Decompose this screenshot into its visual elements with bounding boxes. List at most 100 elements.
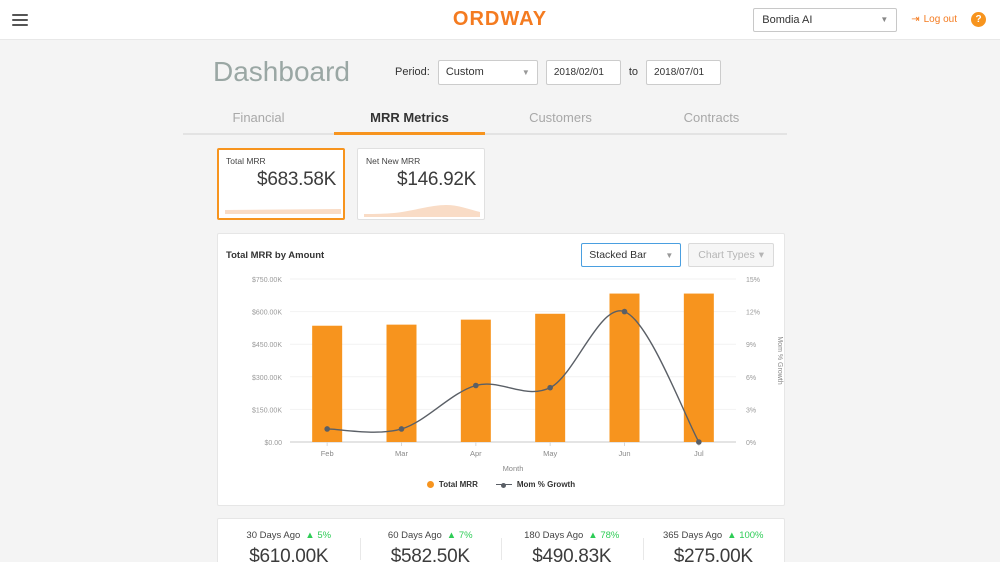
tab-customers[interactable]: Customers [485,104,636,133]
svg-text:Apr: Apr [470,449,482,458]
period-select[interactable]: Custom ▼ [437,59,538,85]
tab-contracts[interactable]: Contracts [636,104,787,133]
stat-180-days-ago-label: 180 Days Ago [524,530,584,541]
stat-60-days-ago: 60 Days Ago ▲ 7% $582.50K [359,530,502,562]
chevron-down-icon: ▼ [880,15,889,24]
chart-plot-area: $0.00 $150.00K $300.00K $450.00K $600.00K $75… [218,267,784,495]
svg-text:Feb: Feb [321,449,334,458]
kpi-card-net-new-mrr[interactable]: Net New MRR $146.92K [357,148,485,220]
svg-text:15%: 15% [746,277,760,284]
svg-text:$0.00: $0.00 [264,440,282,447]
mrr-combo-chart[interactable]: $0.00 $150.00K $300.00K $450.00K $600.00K $75… [218,267,786,495]
svg-text:6%: 6% [746,375,756,382]
tab-customers-label: Customers [529,110,592,125]
svg-text:0%: 0% [746,440,756,447]
help-icon[interactable]: ? [971,12,986,27]
stat-180-days-ago-delta: ▲ 78% [588,530,620,541]
chart-type-select[interactable]: Stacked Bar ▼ [581,243,682,267]
kpi-card-net-new-mrr-value: $146.92K [397,169,476,190]
kpi-card-net-new-mrr-label: Net New MRR [366,156,421,166]
caret-down-icon: ▾ [758,249,764,261]
chart-panel-header: Total MRR by Amount Stacked Bar ▼ Chart … [218,234,784,267]
svg-text:Jun: Jun [618,449,630,458]
stat-60-days-ago-value: $582.50K [390,546,470,562]
stat-365-days-ago-header: 365 Days Ago ▲ 100% [647,530,781,541]
stat-30-days-ago-header: 30 Days Ago ▲ 5% [222,530,356,541]
tab-mrr-metrics[interactable]: MRR Metrics [334,104,485,135]
svg-text:9%: 9% [746,342,756,349]
kpi-card-total-mrr-value: $683.58K [257,169,336,190]
svg-text:12%: 12% [746,310,760,317]
stat-30-days-ago-value: $610.00K [249,546,329,562]
kpi-card-total-mrr-label: Total MRR [226,156,266,166]
tab-contracts-label: Contracts [683,110,740,125]
legend-marker-dot-icon [426,481,434,488]
stat-30-days-ago-delta: ▲ 5% [305,530,332,541]
logout-button[interactable]: ⇥ Log out [911,14,957,25]
kpi-card-net-new-mrr-sparkline [364,205,480,217]
stat-30-days-ago-label: 30 Days Ago [246,530,301,541]
tab-financial[interactable]: Financial [183,104,334,133]
hamburger-menu-icon[interactable] [12,13,28,26]
logout-icon: ⇥ [911,14,920,25]
stat-60-days-ago-delta: ▲ 7% [446,530,473,541]
legend-label-mom-growth: Mom % Growth [516,480,576,489]
stat-365-days-ago: 365 Days Ago ▲ 100% $275.00K [642,530,785,562]
legend-item-total-mrr[interactable]: Total MRR [426,480,478,489]
stat-365-days-ago-label: 365 Days Ago [662,530,723,541]
date-from-value: 2018/02/01 [553,66,604,78]
tab-financial-label: Financial [232,110,285,125]
svg-text:3%: 3% [746,407,756,414]
chart-types-button-label: Chart Types [698,249,755,261]
tenant-select[interactable]: Bomdia AI ▼ [753,7,898,32]
chart-controls: Stacked Bar ▼ Chart Types ▾ [581,243,774,267]
page-title: Dashboard [213,56,350,87]
legend-label-total-mrr: Total MRR [438,480,478,489]
svg-text:Mar: Mar [395,449,408,458]
chevron-down-icon: ▼ [665,250,674,260]
tenant-select-value: Bomdia AI [762,13,813,26]
stat-60-days-ago-label: 60 Days Ago [387,530,442,541]
kpi-card-row: Total MRR $683.58K Net New MRR $146.92K [0,135,1000,220]
page-header: Dashboard Period: Custom ▼ 2018/02/01 to… [0,40,1000,98]
stat-365-days-ago-value: $275.00K [673,546,753,562]
svg-text:Jul: Jul [694,449,704,458]
kpi-card-total-mrr-sparkline [225,209,341,214]
svg-text:May: May [543,449,557,458]
stat-180-days-ago-header: 180 Days Ago ▲ 78% [505,530,639,541]
svg-text:$450.00K: $450.00K [252,342,282,349]
svg-text:Month: Month [503,464,524,473]
svg-text:$300.00K: $300.00K [252,375,282,382]
kpi-card-total-mrr[interactable]: Total MRR $683.58K [217,148,345,220]
dashboard-tabs: Financial MRR Metrics Customers Contract… [183,104,787,135]
stat-60-days-ago-header: 60 Days Ago ▲ 7% [364,530,498,541]
date-to-value: 2018/07/01 [654,66,705,78]
svg-text:$150.00K: $150.00K [252,407,282,414]
stat-180-days-ago-value: $490.83K [532,546,612,562]
chevron-down-icon: ▼ [521,67,530,77]
chart-title: Total MRR by Amount [226,249,325,261]
chart-type-select-value: Stacked Bar [589,249,647,261]
top-bar-right: Bomdia AI ▼ ⇥ Log out ? [753,7,1000,32]
svg-text:$600.00K: $600.00K [252,310,282,317]
logout-label: Log out [923,14,957,25]
period-filter: Period: Custom ▼ 2018/02/01 to 2018/07/0… [394,59,722,85]
stat-180-days-ago: 180 Days Ago ▲ 78% $490.83K [501,530,643,562]
date-to-input[interactable]: 2018/07/01 [646,59,722,85]
date-range-to-label: to [628,66,639,78]
period-label: Period: [394,66,430,78]
top-bar: ORDWAY Bomdia AI ▼ ⇥ Log out ? [0,0,1000,40]
date-from-input[interactable]: 2018/02/01 [545,59,621,85]
svg-text:$750.00K: $750.00K [252,277,282,284]
chart-panel: Total MRR by Amount Stacked Bar ▼ Chart … [217,233,785,506]
period-select-value: Custom [445,66,484,78]
historical-stats-panel: 30 Days Ago ▲ 5% $610.00K 60 Days Ago ▲ … [217,518,785,562]
legend-marker-line-icon [495,481,512,488]
chart-legend: Total MRR Mom % Growth [218,480,784,489]
chart-types-button[interactable]: Chart Types ▾ [688,243,774,267]
tab-mrr-metrics-label: MRR Metrics [370,110,449,125]
stat-365-days-ago-delta: ▲ 100% [727,530,764,541]
legend-item-mom-growth[interactable]: Mom % Growth [495,480,576,489]
page-body: Dashboard Period: Custom ▼ 2018/02/01 to… [0,40,1000,562]
svg-text:Mom % Growth: Mom % Growth [776,336,783,384]
